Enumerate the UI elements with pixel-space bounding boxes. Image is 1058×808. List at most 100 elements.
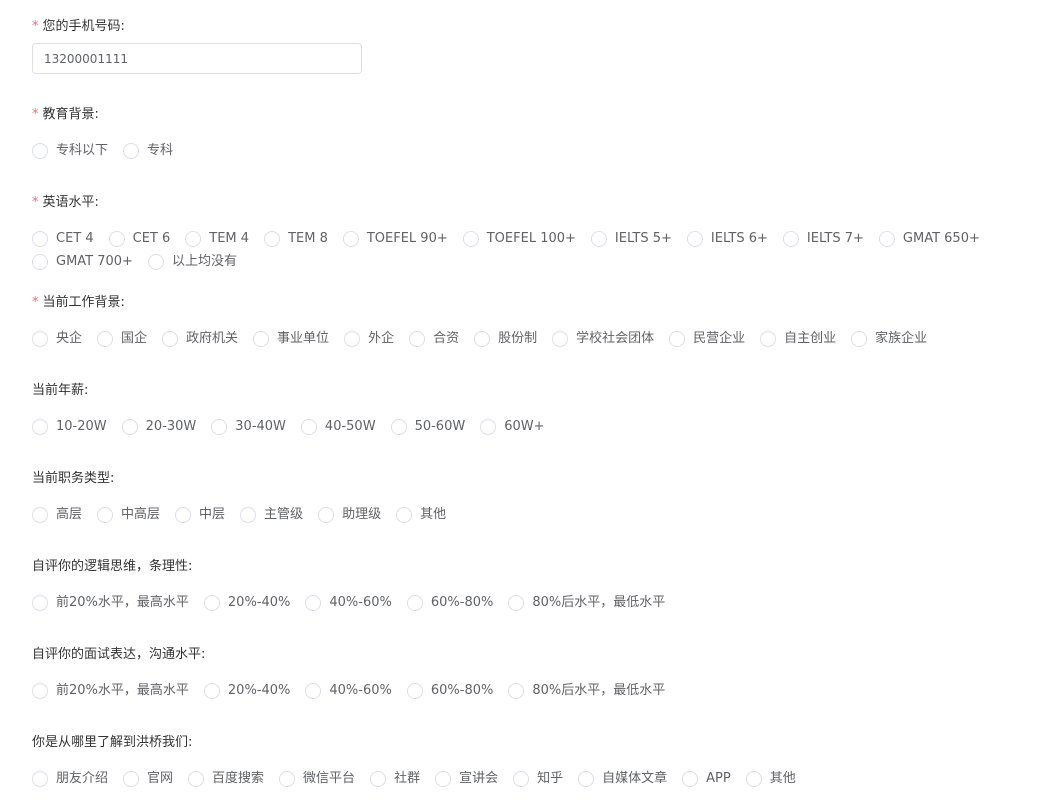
radio-circle-icon[interactable]	[123, 771, 140, 787]
radio-circle-icon[interactable]	[32, 331, 48, 347]
radio-circle-icon[interactable]	[406, 595, 423, 611]
english-option[interactable]: IELTS 5+	[590, 230, 672, 248]
education-option[interactable]: 专科	[123, 142, 173, 160]
salary-option[interactable]: 30-40W	[211, 418, 286, 436]
work-option[interactable]: 自主创业	[760, 330, 836, 348]
work-option[interactable]: 合资	[409, 330, 459, 348]
radio-circle-icon[interactable]	[344, 331, 361, 347]
work-option[interactable]: 国企	[97, 330, 147, 348]
radio-circle-icon[interactable]	[32, 419, 48, 435]
work-option[interactable]: 政府机关	[162, 330, 238, 348]
radio-circle-icon[interactable]	[121, 419, 138, 435]
interview-option[interactable]: 80%后水平，最低水平	[508, 682, 665, 700]
english-option[interactable]: IELTS 7+	[782, 230, 864, 248]
radio-circle-icon[interactable]	[474, 331, 491, 347]
source-option[interactable]: 官网	[123, 770, 173, 788]
radio-circle-icon[interactable]	[409, 331, 426, 347]
position-option[interactable]: 其他	[396, 506, 446, 524]
radio-circle-icon[interactable]	[32, 143, 48, 159]
radio-circle-icon[interactable]	[32, 595, 48, 611]
radio-circle-icon[interactable]	[240, 507, 257, 523]
work-option[interactable]: 家族企业	[851, 330, 927, 348]
radio-circle-icon[interactable]	[97, 331, 114, 347]
radio-circle-icon[interactable]	[396, 507, 413, 523]
radio-circle-icon[interactable]	[782, 231, 799, 247]
radio-circle-icon[interactable]	[147, 254, 164, 270]
radio-circle-icon[interactable]	[462, 231, 479, 247]
english-option[interactable]: IELTS 6+	[686, 230, 768, 248]
position-option[interactable]: 助理级	[318, 506, 381, 524]
radio-circle-icon[interactable]	[669, 331, 686, 347]
radio-circle-icon[interactable]	[279, 771, 296, 787]
radio-circle-icon[interactable]	[162, 331, 179, 347]
radio-circle-icon[interactable]	[97, 507, 114, 523]
radio-circle-icon[interactable]	[508, 595, 525, 611]
radio-circle-icon[interactable]	[253, 331, 270, 347]
radio-circle-icon[interactable]	[185, 231, 202, 247]
radio-circle-icon[interactable]	[188, 771, 205, 787]
work-option[interactable]: 民营企业	[669, 330, 745, 348]
education-option[interactable]: 专科以下	[32, 142, 108, 160]
radio-circle-icon[interactable]	[760, 331, 777, 347]
radio-circle-icon[interactable]	[175, 507, 192, 523]
source-option[interactable]: 宣讲会	[435, 770, 498, 788]
radio-circle-icon[interactable]	[682, 771, 699, 787]
work-option[interactable]: 学校社会团体	[552, 330, 654, 348]
source-option[interactable]: 百度搜索	[188, 770, 264, 788]
radio-circle-icon[interactable]	[878, 231, 895, 247]
radio-circle-icon[interactable]	[32, 683, 48, 699]
english-option[interactable]: GMAT 700+	[32, 253, 133, 271]
radio-circle-icon[interactable]	[435, 771, 452, 787]
english-option[interactable]: TOEFEL 100+	[462, 230, 576, 248]
source-option[interactable]: 自媒体文章	[578, 770, 667, 788]
radio-circle-icon[interactable]	[686, 231, 703, 247]
salary-option[interactable]: 50-60W	[390, 418, 465, 436]
radio-circle-icon[interactable]	[342, 231, 359, 247]
logic-option[interactable]: 前20%水平，最高水平	[32, 594, 189, 612]
radio-circle-icon[interactable]	[305, 595, 322, 611]
english-option[interactable]: GMAT 650+	[878, 230, 980, 248]
english-option[interactable]: TEM 8	[264, 230, 328, 248]
salary-option[interactable]: 60W+	[480, 418, 545, 436]
radio-circle-icon[interactable]	[552, 331, 569, 347]
work-option[interactable]: 股份制	[474, 330, 537, 348]
english-option[interactable]: CET 6	[108, 230, 170, 248]
radio-circle-icon[interactable]	[590, 231, 607, 247]
logic-option[interactable]: 80%后水平，最低水平	[508, 594, 665, 612]
radio-circle-icon[interactable]	[123, 143, 140, 159]
radio-circle-icon[interactable]	[480, 419, 497, 435]
interview-option[interactable]: 60%-80%	[406, 682, 493, 700]
source-option[interactable]: 社群	[370, 770, 420, 788]
salary-option[interactable]: 20-30W	[121, 418, 196, 436]
work-option[interactable]: 央企	[32, 330, 82, 348]
work-option[interactable]: 外企	[344, 330, 394, 348]
radio-circle-icon[interactable]	[211, 419, 228, 435]
radio-circle-icon[interactable]	[203, 595, 220, 611]
radio-circle-icon[interactable]	[508, 683, 525, 699]
radio-circle-icon[interactable]	[406, 683, 423, 699]
logic-option[interactable]: 60%-80%	[406, 594, 493, 612]
source-option[interactable]: APP	[682, 770, 731, 788]
english-option[interactable]: TOEFEL 90+	[342, 230, 448, 248]
position-option[interactable]: 高层	[32, 506, 82, 524]
source-option[interactable]: 朋友介绍	[32, 770, 108, 788]
work-option[interactable]: 事业单位	[253, 330, 329, 348]
radio-circle-icon[interactable]	[745, 771, 762, 787]
position-option[interactable]: 中高层	[97, 506, 160, 524]
radio-circle-icon[interactable]	[300, 419, 317, 435]
interview-option[interactable]: 40%-60%	[305, 682, 392, 700]
radio-circle-icon[interactable]	[390, 419, 407, 435]
interview-option[interactable]: 20%-40%	[203, 682, 290, 700]
radio-circle-icon[interactable]	[32, 254, 48, 270]
source-option[interactable]: 知乎	[513, 770, 563, 788]
source-option[interactable]: 其他	[745, 770, 796, 788]
english-option[interactable]: 以上均没有	[147, 253, 237, 271]
logic-option[interactable]: 40%-60%	[305, 594, 392, 612]
radio-circle-icon[interactable]	[203, 683, 220, 699]
radio-circle-icon[interactable]	[370, 771, 387, 787]
radio-circle-icon[interactable]	[32, 771, 48, 787]
radio-circle-icon[interactable]	[851, 331, 868, 347]
radio-circle-icon[interactable]	[513, 771, 530, 787]
salary-option[interactable]: 10-20W	[32, 418, 107, 436]
position-option[interactable]: 中层	[175, 506, 225, 524]
